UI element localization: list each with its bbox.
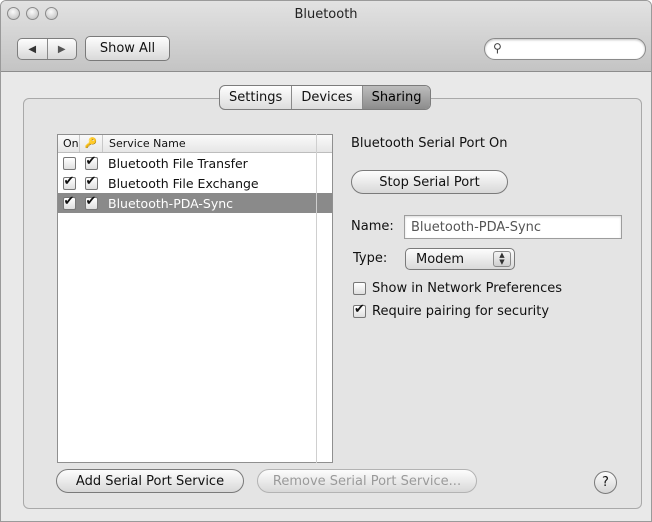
list-divider <box>316 134 317 463</box>
tab-devices[interactable]: Devices <box>292 86 363 109</box>
window-title: Bluetooth <box>294 7 358 22</box>
service-name: Bluetooth File Transfer <box>108 155 248 171</box>
on-checkbox[interactable] <box>62 174 76 190</box>
require-pairing-label: Require pairing for security <box>372 304 550 319</box>
list-header: On 🔑 Service Name <box>58 135 332 153</box>
add-serial-port-service-button[interactable]: Add Serial Port Service <box>56 469 244 493</box>
tab-bar: Settings Devices Sharing <box>219 85 432 110</box>
type-popup[interactable]: Modem ▲ ▼ <box>405 248 515 270</box>
service-name: Bluetooth File Exchange <box>108 175 259 191</box>
list-item[interactable]: Bluetooth File Exchange <box>58 173 332 193</box>
name-field[interactable]: Bluetooth-PDA-Sync <box>404 215 622 239</box>
require-pairing-checkbox[interactable] <box>353 302 366 318</box>
secure-checkbox[interactable] <box>84 154 98 170</box>
show-network-checkbox[interactable] <box>353 282 366 295</box>
secure-checkbox[interactable] <box>84 194 98 210</box>
type-value: Modem <box>416 251 465 267</box>
service-name: Bluetooth-PDA-Sync <box>108 195 234 211</box>
list-item-selected[interactable]: Bluetooth-PDA-Sync <box>58 193 332 213</box>
on-checkbox[interactable] <box>62 194 76 210</box>
search-input[interactable]: ⚲ <box>484 38 646 60</box>
search-icon: ⚲ <box>493 41 502 55</box>
forward-arrow-icon[interactable]: ▶ <box>48 39 77 59</box>
back-forward-control: ◀ ▶ <box>17 38 77 60</box>
preferences-window: Bluetooth ◀ ▶ Show All ⚲ Settings Device… <box>0 0 652 522</box>
on-checkbox[interactable] <box>62 156 76 170</box>
show-network-option[interactable]: Show in Network Preferences <box>353 281 562 296</box>
column-header-on[interactable]: On <box>58 135 80 152</box>
title-bar: Bluetooth ◀ ▶ Show All ⚲ <box>1 1 651 72</box>
type-label: Type: <box>353 251 388 266</box>
require-pairing-option[interactable]: Require pairing for security <box>353 302 550 319</box>
back-arrow-icon[interactable]: ◀ <box>18 39 48 59</box>
column-header-service-name[interactable]: Service Name <box>103 137 186 150</box>
tab-sharing[interactable]: Sharing <box>362 86 431 109</box>
serial-port-status: Bluetooth Serial Port On <box>351 136 508 151</box>
key-icon[interactable]: 🔑 <box>80 135 103 152</box>
list-item[interactable]: Bluetooth File Transfer <box>58 153 332 173</box>
remove-serial-port-service-button[interactable]: Remove Serial Port Service... <box>257 469 477 493</box>
tab-settings[interactable]: Settings <box>220 86 293 109</box>
show-all-button[interactable]: Show All <box>85 36 170 61</box>
stop-serial-port-button[interactable]: Stop Serial Port <box>351 170 508 194</box>
name-label: Name: <box>351 219 394 234</box>
services-list[interactable]: On 🔑 Service Name Bluetooth File Transfe… <box>57 134 333 463</box>
help-button[interactable]: ? <box>594 471 617 494</box>
secure-checkbox[interactable] <box>84 174 98 190</box>
show-network-label: Show in Network Preferences <box>372 281 563 296</box>
popup-arrows-icon: ▲ ▼ <box>493 251 511 267</box>
